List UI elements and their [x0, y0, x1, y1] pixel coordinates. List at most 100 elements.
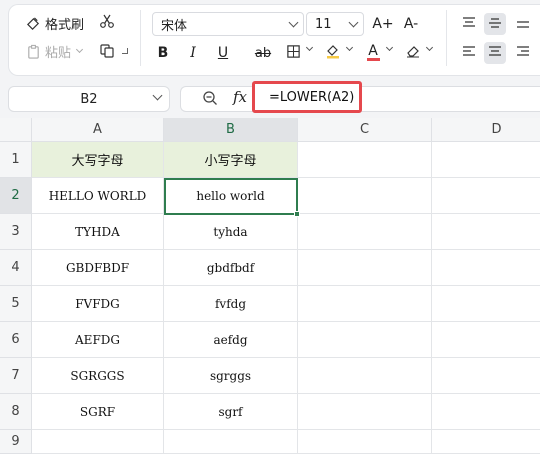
cell-d8[interactable] [432, 394, 540, 430]
align-left-icon [462, 44, 476, 63]
column-header-b[interactable]: B [164, 118, 298, 142]
align-top-button[interactable] [458, 13, 480, 35]
cell-d9[interactable] [432, 430, 540, 454]
font-family-select[interactable]: 宋体 [152, 12, 304, 36]
font-size-select[interactable]: 11 [306, 12, 364, 36]
row-header-7[interactable]: 7 [0, 358, 32, 394]
shrink-font-label: A- [403, 16, 419, 32]
paste-button[interactable]: 粘贴 [26, 42, 84, 61]
format-painter-icon [26, 16, 41, 31]
divider [140, 10, 141, 66]
cell-d7[interactable] [432, 358, 540, 394]
align-middle-button[interactable] [484, 13, 506, 35]
cell-d6[interactable] [432, 322, 540, 358]
cell-c7[interactable] [298, 358, 432, 394]
borders-button[interactable] [282, 42, 304, 64]
grow-font-button[interactable]: A+ [372, 13, 394, 35]
cell-b6[interactable]: aefdg [164, 322, 298, 358]
cell-d1[interactable] [432, 142, 540, 178]
cell-a8[interactable]: SGRF [32, 394, 164, 430]
row-header-1[interactable]: 1 [0, 142, 32, 178]
column-header-a[interactable]: A [32, 118, 164, 142]
cell-c4[interactable] [298, 250, 432, 286]
cell-d3[interactable] [432, 214, 540, 250]
cell-reference: B2 [80, 91, 98, 107]
cell-d5[interactable] [432, 286, 540, 322]
cell-d4[interactable] [432, 250, 540, 286]
cell-a4[interactable]: GBDFBDF [32, 250, 164, 286]
cell-b7[interactable]: sgrggs [164, 358, 298, 394]
select-all-corner[interactable] [0, 118, 32, 142]
row-header-6[interactable]: 6 [0, 322, 32, 358]
cell-c6[interactable] [298, 322, 432, 358]
column-header-d[interactable]: D [432, 118, 540, 142]
row-header-9[interactable]: 9 [0, 430, 32, 454]
cell-d2[interactable] [432, 178, 540, 214]
chevron-down-icon [288, 17, 299, 27]
cell-a3[interactable]: TYHDA [32, 214, 164, 250]
borders-icon [286, 44, 301, 63]
font-size-value: 11 [315, 16, 332, 32]
zoom-icon[interactable] [202, 90, 218, 110]
italic-button[interactable]: I [182, 42, 204, 64]
eraser-icon [405, 43, 421, 63]
formula-input[interactable]: =LOWER(A2) [252, 81, 362, 113]
cell-c5[interactable] [298, 286, 432, 322]
align-bottom-button[interactable] [512, 13, 534, 35]
ribbon: 格式刷 粘贴 宋体 11 A+ A- B I U ab A [0, 0, 540, 80]
shrink-font-button[interactable]: A- [400, 13, 422, 35]
cell-a5[interactable]: FVFDG [32, 286, 164, 322]
align-middle-icon [488, 15, 502, 34]
cell-b2[interactable]: hello world [164, 178, 298, 214]
cell-a9[interactable] [32, 430, 164, 454]
row-header-3[interactable]: 3 [0, 214, 32, 250]
underline-button[interactable]: U [212, 42, 234, 64]
cell-b4[interactable]: gbdfbdf [164, 250, 298, 286]
font-family-value: 宋体 [161, 18, 188, 34]
cell-b8[interactable]: sgrf [164, 394, 298, 430]
cell-c3[interactable] [298, 214, 432, 250]
fill-handle[interactable] [294, 211, 300, 217]
underline-label: U [217, 45, 229, 61]
cell-b5[interactable]: fvfdg [164, 286, 298, 322]
cell-c2[interactable] [298, 178, 432, 214]
fx-button[interactable]: fx [233, 88, 247, 106]
cell-c1[interactable] [298, 142, 432, 178]
scissors-icon [99, 13, 115, 33]
font-color-button[interactable]: A [362, 42, 384, 64]
spreadsheet-grid: A B C D 1 2 3 4 5 6 7 8 9 大写字母 小写字母 HELL… [0, 118, 540, 454]
name-box[interactable]: B2 [8, 86, 170, 112]
cell-c8[interactable] [298, 394, 432, 430]
format-painter-label: 格式刷 [45, 18, 85, 33]
column-header-c[interactable]: C [298, 118, 432, 142]
cell-c9[interactable] [298, 430, 432, 454]
expand-corner-icon[interactable] [122, 48, 128, 54]
chevron-down-icon [348, 17, 359, 27]
cell-a1[interactable]: 大写字母 [32, 142, 164, 178]
align-bottom-icon [516, 15, 530, 34]
row-header-8[interactable]: 8 [0, 394, 32, 430]
align-center-icon [488, 44, 502, 63]
strikethrough-button[interactable]: ab [252, 42, 274, 64]
copy-button[interactable] [96, 42, 118, 64]
fill-color-button[interactable] [322, 42, 344, 64]
row-header-2[interactable]: 2 [0, 178, 32, 214]
row-header-4[interactable]: 4 [0, 250, 32, 286]
grow-font-label: A+ [372, 16, 394, 32]
cell-b9[interactable] [164, 430, 298, 454]
bold-button[interactable]: B [152, 42, 174, 64]
copy-icon [99, 43, 115, 63]
row-header-5[interactable]: 5 [0, 286, 32, 322]
align-right-button[interactable] [512, 42, 534, 64]
cell-a7[interactable]: SGRGGS [32, 358, 164, 394]
cut-button[interactable] [96, 12, 118, 34]
cell-a6[interactable]: AEFDG [32, 322, 164, 358]
bold-label: B [157, 45, 169, 61]
cell-a2[interactable]: HELLO WORLD [32, 178, 164, 214]
clear-format-button[interactable] [402, 42, 424, 64]
cell-b3[interactable]: tyhda [164, 214, 298, 250]
format-painter-button[interactable]: 格式刷 [26, 14, 84, 33]
align-center-button[interactable] [484, 42, 506, 64]
align-left-button[interactable] [458, 42, 480, 64]
cell-b1[interactable]: 小写字母 [164, 142, 298, 178]
